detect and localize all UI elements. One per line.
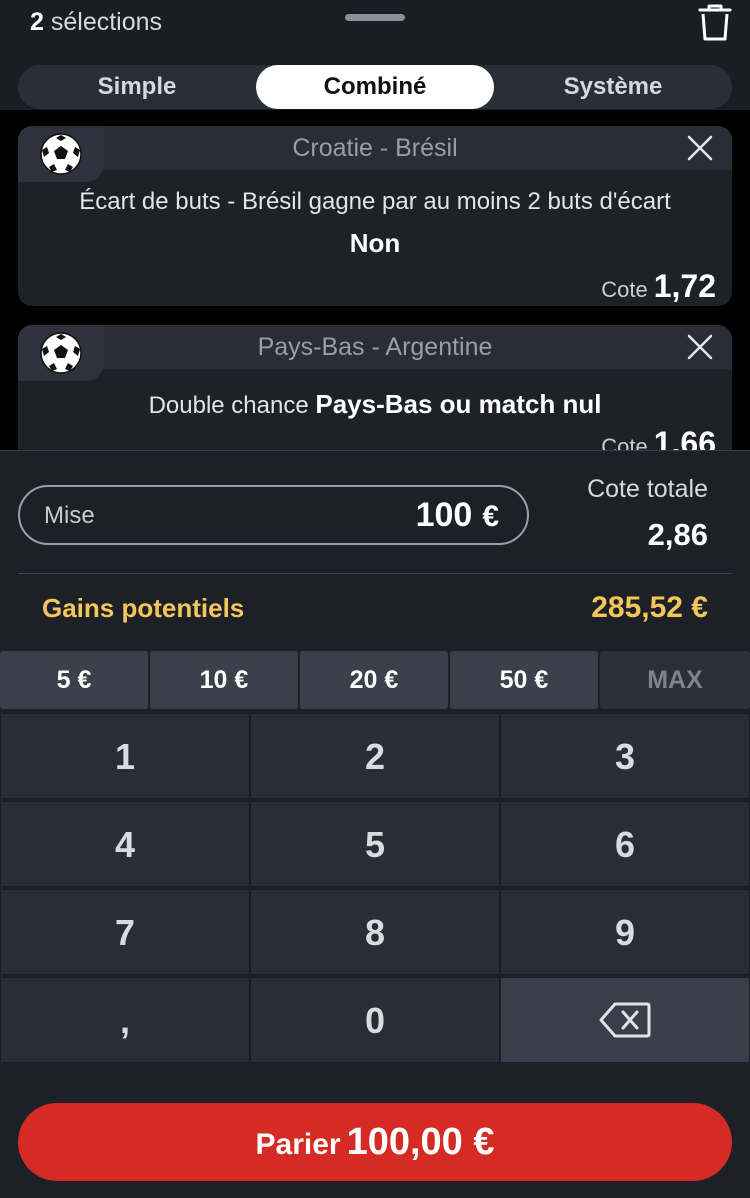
quick-amount-5[interactable]: 5 € [0, 651, 148, 709]
quick-amount-max[interactable]: MAX [600, 651, 750, 709]
sport-badge [18, 325, 104, 381]
soccer-ball-icon [40, 332, 82, 374]
soccer-ball-icon [40, 133, 82, 175]
potential-gains-label: Gains potentiels [42, 593, 245, 623]
selection-list[interactable]: Croatie - Brésil Écart de buts - Brésil … [0, 110, 750, 450]
key-4[interactable]: 4 [0, 801, 250, 887]
odds: Cote 1,72 [601, 268, 716, 304]
sport-badge [18, 126, 104, 182]
key-0[interactable]: 0 [250, 977, 500, 1063]
bet-type-tabs: Simple Combiné Système [18, 65, 732, 109]
stake-panel: Mise 100 € Cote totale 2,86 Gains potenti… [0, 450, 750, 1198]
market-label: Écart de buts - Brésil gagne par au moin… [79, 188, 671, 215]
stake-input[interactable]: Mise 100 € [18, 485, 529, 545]
key-3[interactable]: 3 [500, 713, 750, 799]
tab-combine[interactable]: Combiné [256, 65, 494, 109]
match-name: Pays-Bas - Argentine [257, 333, 493, 361]
total-odds-label: Cote totale [587, 475, 708, 503]
key-1[interactable]: 1 [0, 713, 250, 799]
backspace-icon [599, 1002, 651, 1038]
match-name: Croatie - Brésil [292, 134, 458, 162]
key-comma[interactable]: , [0, 977, 250, 1063]
close-icon[interactable] [686, 134, 714, 162]
key-7[interactable]: 7 [0, 889, 250, 975]
total-odds-value: 2,86 [647, 517, 708, 552]
key-5[interactable]: 5 [250, 801, 500, 887]
betslip-header: 2 sélections Simple Combiné Système [0, 0, 750, 110]
divider [18, 573, 732, 574]
key-6[interactable]: 6 [500, 801, 750, 887]
key-8[interactable]: 8 [250, 889, 500, 975]
potential-gains-value: 285,52 € [591, 591, 708, 624]
key-backspace[interactable] [500, 977, 750, 1063]
stake-label: Mise [44, 502, 95, 529]
tab-systeme[interactable]: Système [494, 65, 732, 109]
market-label: Double chance Pays-Bas ou match nul [148, 389, 602, 419]
pick-label: Non [349, 228, 401, 258]
selection-count: 2 sélections [30, 8, 163, 36]
selection-card: Pays-Bas - Argentine Double chance Pays-… [18, 325, 732, 450]
quick-amount-10[interactable]: 10 € [150, 651, 298, 709]
quick-amount-20[interactable]: 20 € [300, 651, 448, 709]
key-2[interactable]: 2 [250, 713, 500, 799]
key-9[interactable]: 9 [500, 889, 750, 975]
close-icon[interactable] [686, 333, 714, 361]
tab-simple[interactable]: Simple [18, 65, 256, 109]
trash-icon[interactable] [696, 2, 734, 42]
odds: Cote 1,66 [601, 425, 716, 450]
drag-handle[interactable] [345, 14, 405, 21]
quick-amount-50[interactable]: 50 € [450, 651, 598, 709]
place-bet-button[interactable]: Parier 100,00 € [18, 1103, 732, 1181]
stake-value: 100 € [415, 496, 499, 534]
selection-card: Croatie - Brésil Écart de buts - Brésil … [18, 126, 732, 306]
